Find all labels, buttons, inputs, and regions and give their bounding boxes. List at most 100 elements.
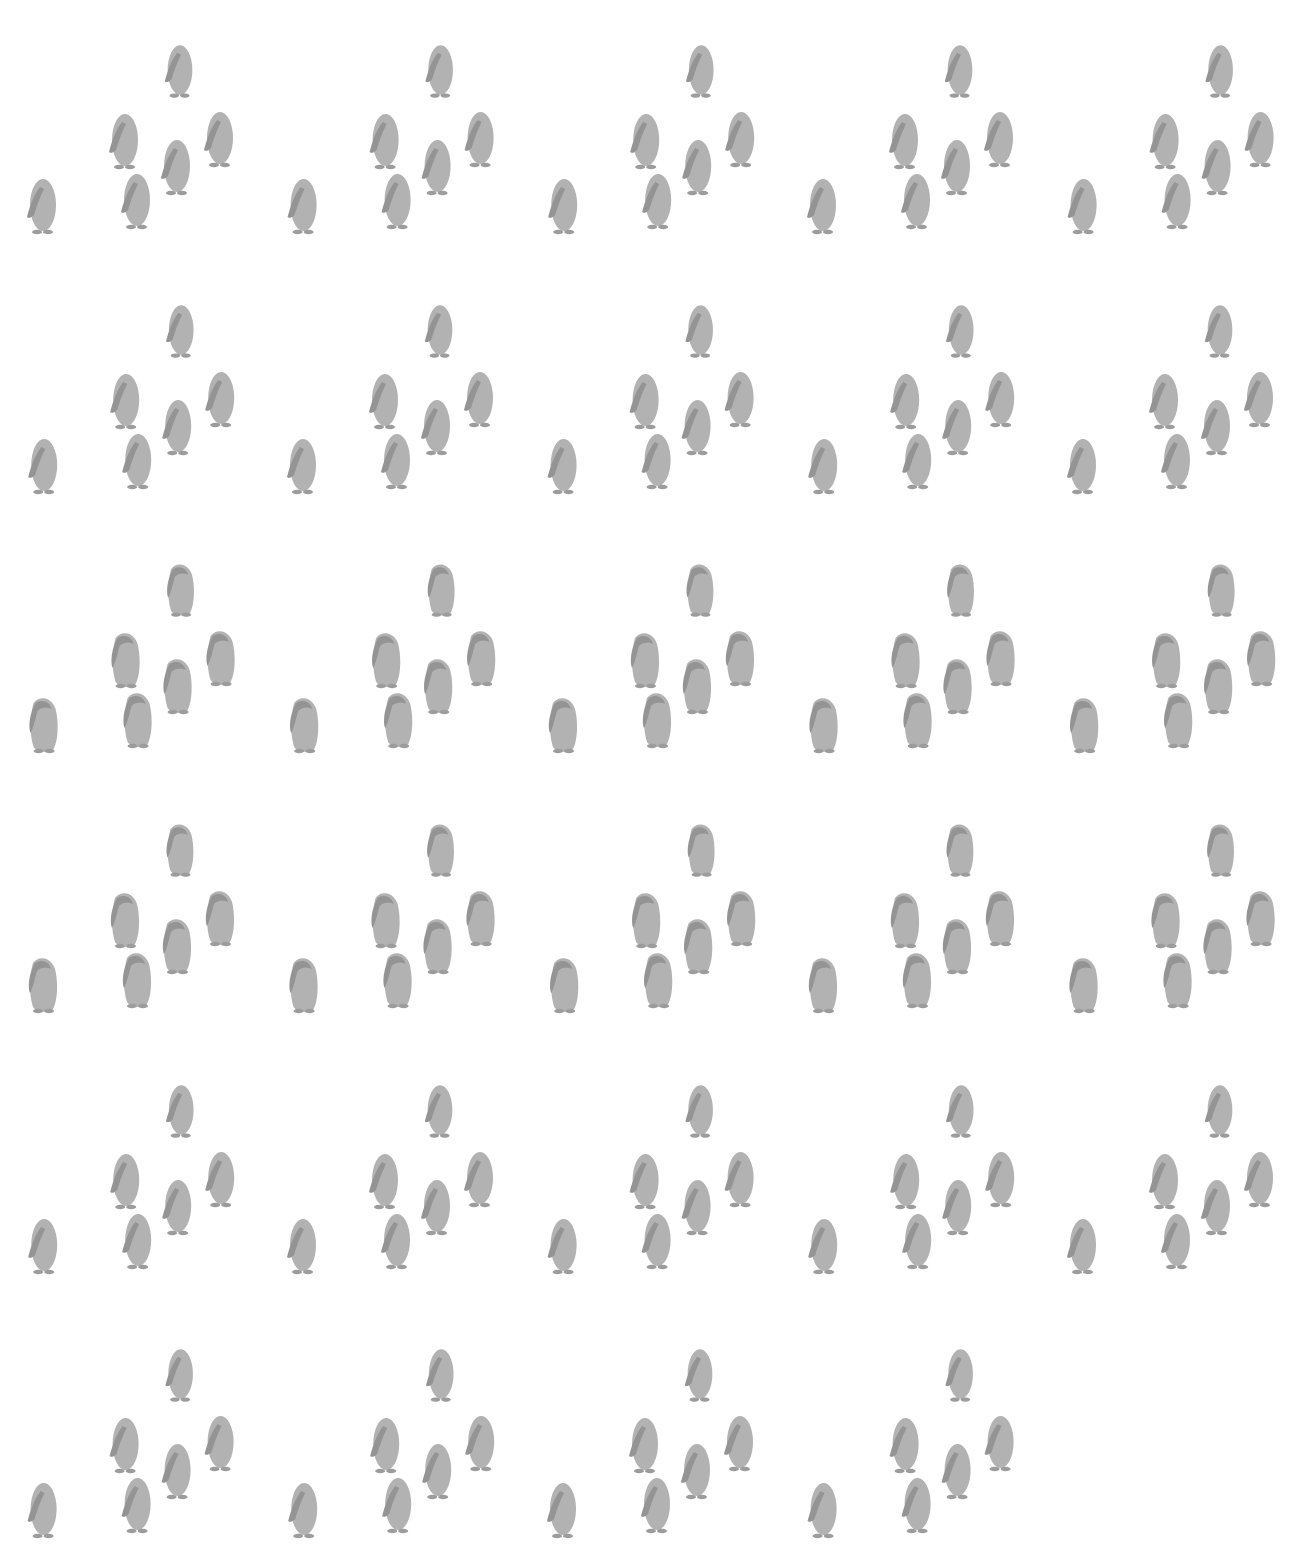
penguin-icon	[984, 1416, 1014, 1472]
penguin-icon	[29, 698, 58, 754]
penguin-icon	[1201, 400, 1230, 456]
penguin-icon	[162, 400, 192, 456]
penguin-icon	[204, 1416, 234, 1472]
penguin-icon	[682, 659, 712, 715]
penguin-icon	[1149, 1154, 1178, 1210]
penguin-icon	[1204, 659, 1233, 715]
penguin-icon	[1149, 114, 1179, 170]
sprite-frame	[1067, 305, 1273, 495]
penguin-icon	[807, 179, 836, 235]
penguin-icon	[121, 1478, 151, 1534]
penguin-icon	[902, 434, 932, 490]
penguin-icon	[890, 1154, 920, 1210]
penguin-icon	[809, 698, 838, 754]
penguin-icon	[165, 1349, 193, 1402]
penguin-icon	[548, 179, 578, 235]
penguin-icon	[687, 824, 715, 877]
penguin-icon	[422, 1444, 452, 1500]
penguin-icon	[550, 958, 579, 1014]
penguin-icon	[903, 693, 932, 749]
penguin-icon	[426, 1349, 454, 1402]
penguin-icon	[682, 140, 712, 196]
penguin-icon	[287, 1219, 316, 1275]
sprite-frame	[28, 824, 235, 1014]
penguin-icon	[109, 1418, 139, 1474]
sprite-frame	[287, 1085, 493, 1275]
penguin-icon	[1205, 45, 1233, 98]
penguin-icon	[369, 1154, 398, 1210]
penguin-icon	[205, 891, 235, 947]
penguin-icon	[421, 400, 450, 456]
penguin-icon	[942, 1180, 972, 1236]
sprite-frame	[287, 45, 494, 235]
penguin-icon	[725, 631, 755, 687]
penguin-icon	[123, 693, 152, 749]
penguin-icon	[1152, 633, 1181, 689]
penguin-icon	[1151, 893, 1180, 949]
penguin-icon	[902, 953, 932, 1009]
sprite-frame	[808, 1085, 1015, 1275]
penguin-icon	[547, 439, 577, 495]
penguin-icon	[724, 372, 754, 428]
penguin-icon	[421, 1180, 450, 1236]
penguin-icon	[902, 1214, 932, 1270]
penguin-icon	[946, 1085, 974, 1138]
penguin-icon	[425, 45, 453, 98]
penguin-icon	[1164, 693, 1193, 749]
penguin-icon	[423, 919, 452, 975]
penguin-icon	[27, 1483, 57, 1539]
penguin-icon	[1247, 631, 1276, 687]
penguin-icon	[369, 114, 399, 170]
penguin-icon	[889, 114, 918, 170]
penguin-icon	[28, 958, 58, 1014]
penguin-icon	[725, 112, 755, 168]
penguin-icon	[287, 179, 317, 235]
penguin-icon	[1163, 953, 1192, 1009]
penguin-icon	[1067, 1219, 1096, 1275]
penguin-icon	[945, 1349, 973, 1402]
penguin-icon	[110, 374, 140, 430]
penguin-icon	[946, 824, 974, 877]
sprite-frame	[27, 1349, 234, 1539]
penguin-icon	[547, 1483, 576, 1539]
penguin-icon	[686, 45, 714, 98]
penguin-icon	[632, 893, 661, 949]
penguin-icon	[644, 953, 673, 1009]
sprite-frame	[1069, 824, 1275, 1014]
penguin-icon	[724, 1152, 754, 1208]
penguin-icon	[941, 140, 970, 196]
penguin-icon	[681, 1444, 710, 1500]
penguin-icon	[1201, 1180, 1230, 1236]
penguin-icon	[369, 374, 398, 430]
penguin-icon	[466, 891, 495, 947]
penguin-icon	[28, 439, 58, 495]
penguin-icon	[1203, 919, 1232, 975]
penguin-icon	[109, 114, 138, 170]
penguin-icon	[890, 374, 920, 430]
penguin-icon	[464, 112, 494, 168]
penguin-icon	[943, 659, 972, 715]
penguin-icon	[630, 633, 660, 689]
penguin-icon	[1161, 1214, 1190, 1270]
penguin-icon	[685, 305, 713, 358]
penguin-icon	[421, 140, 451, 196]
penguin-icon	[727, 891, 756, 947]
penguin-icon	[162, 1180, 192, 1236]
penguin-icon	[384, 693, 413, 749]
penguin-icon	[681, 400, 711, 456]
penguin-icon	[163, 659, 192, 715]
penguin-icon	[724, 1416, 753, 1472]
sprite-frame	[287, 305, 493, 495]
penguin-icon	[808, 1219, 838, 1275]
penguin-icon	[1161, 174, 1191, 230]
penguin-icon	[985, 891, 1015, 947]
penguin-icon	[121, 174, 150, 230]
penguin-icon	[465, 1416, 495, 1472]
penguin-icon	[166, 1085, 194, 1138]
penguin-icon	[166, 824, 194, 877]
penguin-icon	[808, 958, 838, 1014]
penguin-icon	[122, 1214, 152, 1270]
sprite-frame	[547, 1349, 753, 1539]
penguin-icon	[1067, 179, 1097, 235]
sprite-frame	[1067, 45, 1274, 235]
